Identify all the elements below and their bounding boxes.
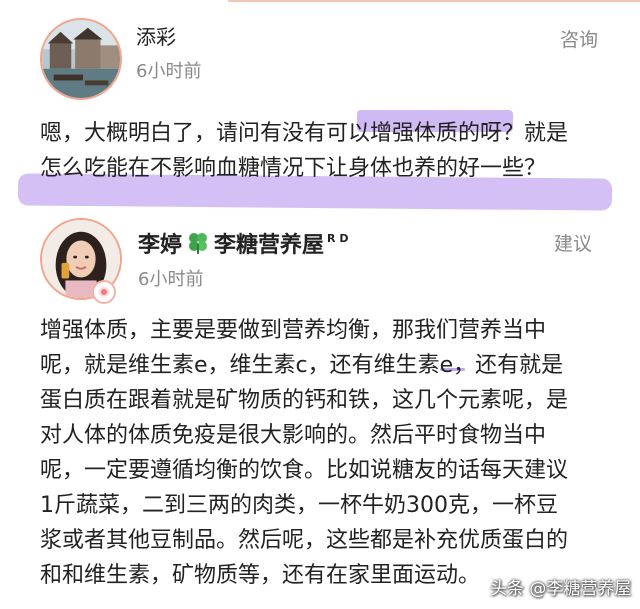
reply-line: 1斤蔬菜，二到三两的肉类，一杯牛奶300克，一杯豆 [40, 493, 558, 518]
reply-line: 浆或者其他豆制品。然后呢，这些都是补充优质蛋白的 [40, 528, 569, 553]
user-name[interactable]: 李婷 李糖营养屋 R D [138, 227, 348, 260]
reply-line: 对人体的体质免疫是很大影响的。然后平时食物当中 [40, 423, 547, 448]
timestamp: 6小时前 [136, 61, 202, 82]
reply-line: 呢，就是维生素e，维生素c，还有维生素e，还有就是 [40, 353, 564, 378]
avatar-tiancai[interactable] [40, 18, 122, 100]
user-mark: R D [327, 232, 349, 245]
category-tag: 咨询 [560, 29, 599, 51]
avatar-image [42, 20, 120, 98]
reply-line: 呢，一定要遵循均衡的饮食。比如说糖友的话每天建议 [40, 458, 569, 483]
category-tag: 建议 [554, 233, 593, 255]
user-name-first: 李婷 [138, 233, 183, 258]
reply-line: 蛋白质在跟着就是矿物质的钙和铁，这几个元素呢，是 [40, 388, 569, 413]
timestamp: 6小时前 [138, 269, 204, 290]
comment-text: 嗯，大概明白了，请问有没有可以增强体质的呀？就是 怎么吃能在不影响血糖情况下让身… [40, 116, 568, 186]
comment-line: 怎么吃能在不影响血糖情况下让身体也养的好一些？ [40, 156, 547, 181]
watermark: 头条 @李糖营养屋 [490, 579, 632, 599]
reply-line: 和和维生素，矿物质等，还有在家里面运动。 [40, 563, 481, 588]
reply-line: 增强体质，主要是要做到营养均衡，那我们营养当中 [40, 318, 547, 343]
user-name[interactable]: 添彩 [136, 21, 176, 50]
verified-badge-icon [92, 280, 116, 304]
comment-line: 嗯，大概明白了，请问有没有可以增强体质的呀？就是 [40, 121, 569, 146]
top-divider [228, 0, 640, 2]
clover-icon [186, 230, 210, 260]
user-name-second: 李糖营养屋 [214, 233, 325, 258]
reply-text: 增强体质，主要是要做到营养均衡，那我们营养当中 呢，就是维生素e，维生素c，还有… [40, 313, 568, 593]
